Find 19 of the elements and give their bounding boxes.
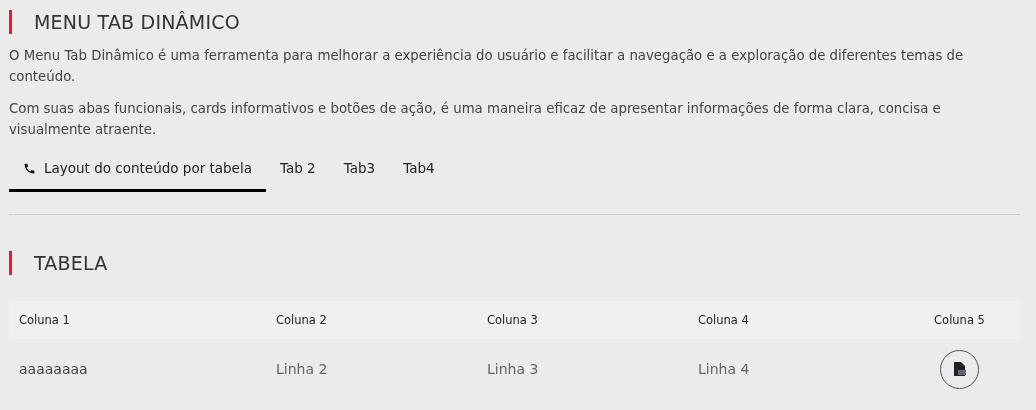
column-header: Coluna 5 xyxy=(899,301,1020,339)
tab[interactable]: Layout do conteúdo por tabela xyxy=(9,150,266,192)
table-cell: aaaaaaaa xyxy=(9,339,266,399)
column-header: Coluna 1 xyxy=(9,301,266,339)
table-cell: Linha 3 xyxy=(477,339,688,399)
phone-icon xyxy=(23,161,36,175)
column-header: Coluna 4 xyxy=(688,301,899,339)
page-heading: MENU TAB DINÂMICO xyxy=(34,11,240,33)
column-header: Coluna 3 xyxy=(477,301,688,339)
tab[interactable]: Tab 2 xyxy=(265,150,330,192)
table-cell: Linha 2 xyxy=(266,339,477,399)
tab[interactable]: Tab4 xyxy=(389,150,449,192)
table-cell: Linha 4 xyxy=(688,339,899,399)
section-heading: TABELA xyxy=(34,252,108,274)
file-icon xyxy=(953,362,966,376)
paragraph: O Menu Tab Dinâmico é uma ferramenta para melhorar a experiência do usuário e facilitar a navegação e a exploração de diferentes temas de conteúdo. xyxy=(9,47,965,86)
tab[interactable]: Tab3 xyxy=(329,150,390,192)
column-header: Coluna 2 xyxy=(266,301,477,339)
paragraph: Com suas abas funcionais, cards informativos e botões de ação, é uma maneira eficaz de apresentar informações de forma clara, concisa e visualmente atraente. xyxy=(9,100,942,139)
